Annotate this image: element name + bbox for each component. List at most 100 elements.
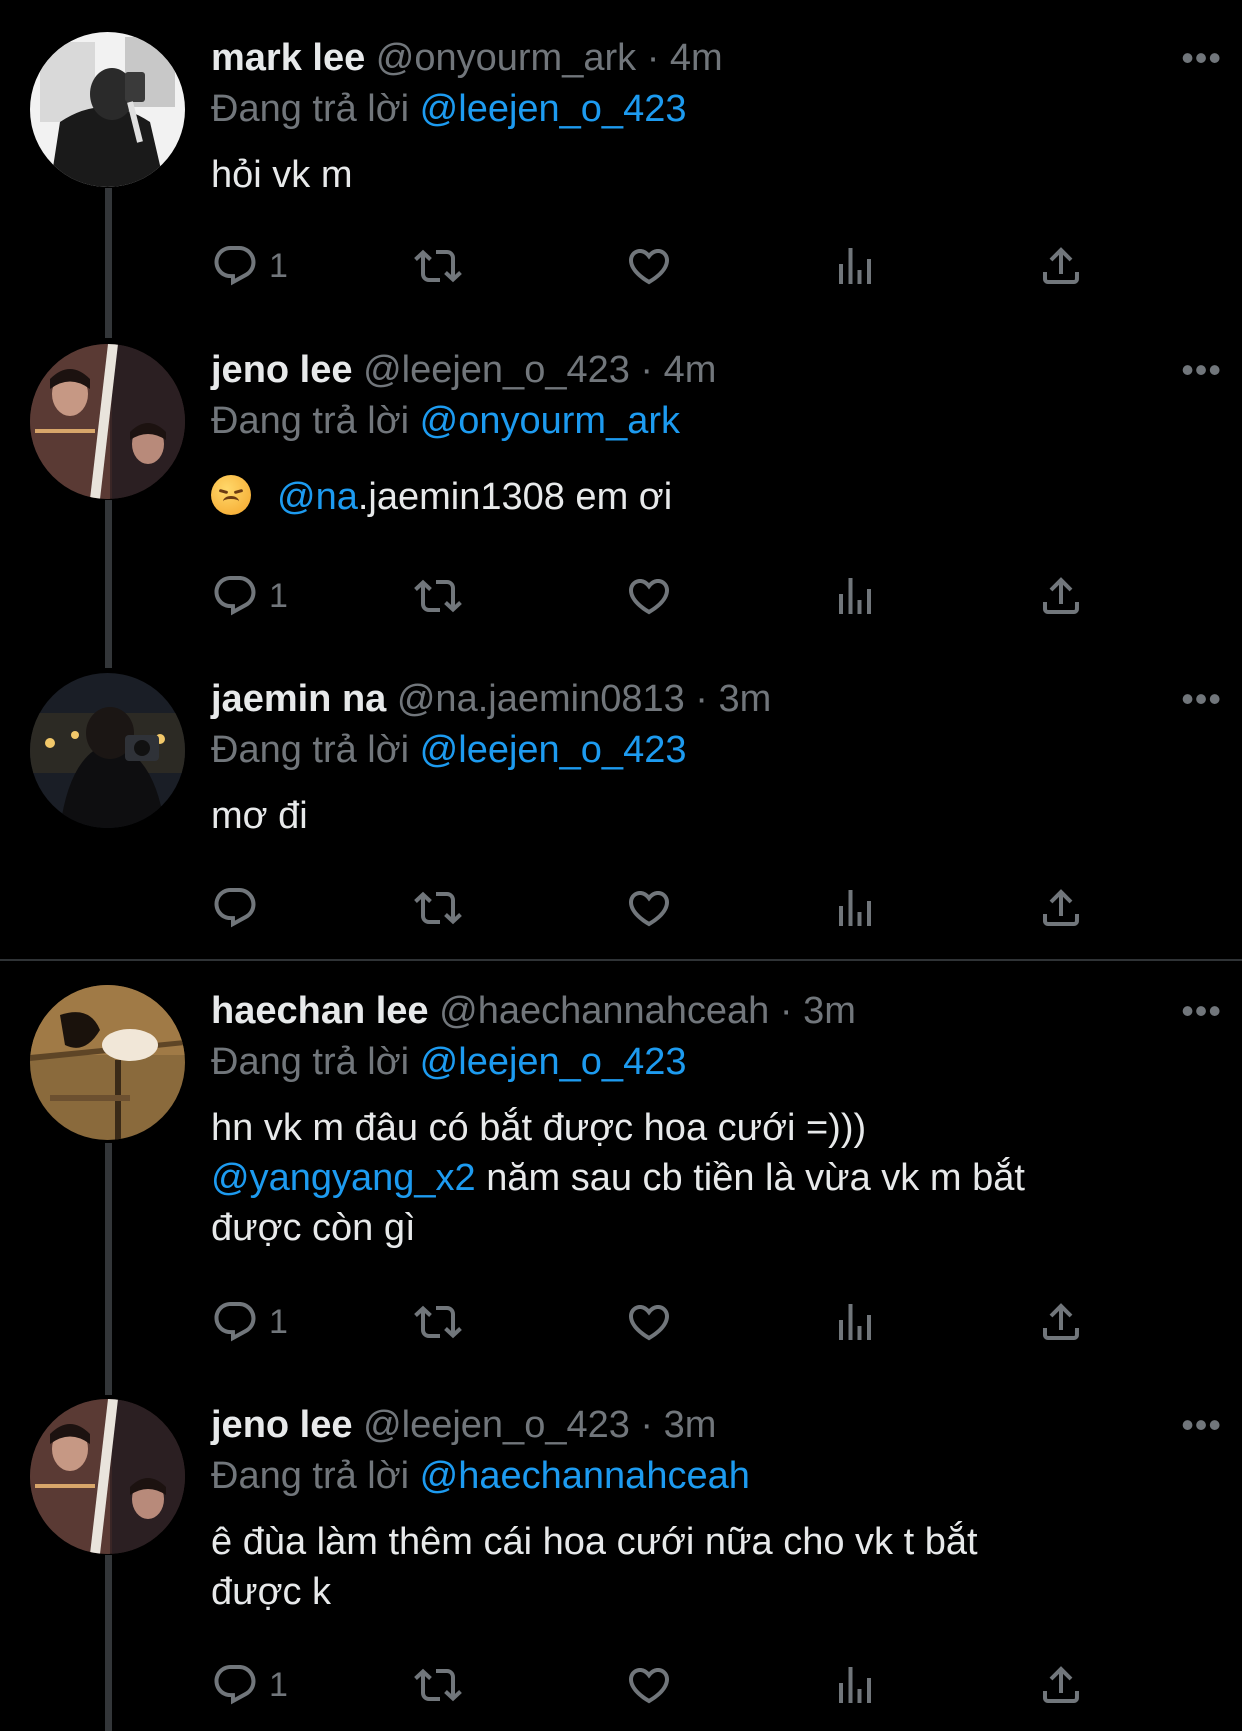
display-name[interactable]: mark lee (211, 37, 365, 79)
views-button[interactable] (831, 1292, 879, 1352)
views-button[interactable] (831, 566, 879, 626)
handle-time: @leejen_o_423 · 4m (363, 349, 717, 391)
views-button[interactable] (831, 878, 879, 938)
replying-to-line: Đang trả lời @onyourm_ark (211, 396, 680, 446)
divider (0, 959, 1242, 961)
retweet-icon (414, 572, 462, 620)
display-name[interactable]: jaemin na (211, 678, 386, 720)
avatar-photo (30, 673, 185, 828)
retweet-button[interactable] (414, 1292, 462, 1352)
tweet[interactable]: haechan lee @haechannahceah · 3m Đang tr… (0, 985, 1242, 1345)
retweet-button[interactable] (414, 236, 462, 296)
replying-to-handle[interactable]: @onyourm_ark (420, 400, 680, 442)
disappointed-face-emoji-icon (211, 475, 251, 515)
tweet-text-line: ê đùa làm thêm cái hoa cưới nữa cho vk t… (211, 1521, 978, 1563)
retweet-icon (414, 1298, 462, 1346)
avatar[interactable] (30, 985, 185, 1140)
reply-count: 1 (269, 246, 288, 285)
avatar[interactable] (30, 344, 185, 499)
reply-button[interactable]: 1 (211, 236, 288, 296)
tweet-text: @na.jaemin1308 em ơi (211, 472, 1171, 522)
like-button[interactable] (625, 236, 673, 296)
reply-icon (211, 572, 259, 620)
avatar[interactable] (30, 673, 185, 828)
replying-to-handle[interactable]: @leejen_o_423 (420, 88, 687, 130)
reply-button[interactable] (211, 878, 269, 938)
mention-link[interactable]: @na (277, 476, 358, 518)
retweet-icon (414, 884, 462, 932)
reply-icon (211, 242, 259, 290)
tweet-text: hỏi vk m (211, 154, 353, 196)
more-options-icon[interactable]: ••• (1181, 675, 1222, 723)
like-button[interactable] (625, 1655, 673, 1715)
like-icon (625, 1298, 673, 1346)
share-icon (1037, 1298, 1085, 1346)
retweet-button[interactable] (414, 566, 462, 626)
share-button[interactable] (1037, 1655, 1085, 1715)
handle-time: @leejen_o_423 · 3m (363, 1404, 717, 1446)
reply-button[interactable]: 1 (211, 1655, 288, 1715)
replying-to-line: Đang trả lời @leejen_o_423 (211, 725, 686, 775)
views-button[interactable] (831, 236, 879, 296)
like-icon (625, 884, 673, 932)
share-button[interactable] (1037, 566, 1085, 626)
display-name[interactable]: haechan lee (211, 990, 429, 1032)
tweet-text: mơ đi (211, 795, 308, 837)
share-icon (1037, 572, 1085, 620)
tweet-actions (211, 878, 1111, 938)
handle-time: @na.jaemin0813 · 3m (396, 678, 772, 720)
reply-button[interactable]: 1 (211, 1292, 288, 1352)
tweet-text-rest: .jaemin1308 em ơi (357, 476, 673, 518)
replying-to-label: Đang trả lời (211, 729, 410, 771)
share-button[interactable] (1037, 236, 1085, 296)
retweet-button[interactable] (414, 878, 462, 938)
tweet-header: jaemin na @na.jaemin0813 · 3m (211, 675, 771, 723)
tweet-text: hn vk m đâu có bắt được hoa cưới =))) @y… (211, 1103, 1171, 1253)
views-icon (831, 572, 879, 620)
tweet-text-line: hn vk m đâu có bắt được hoa cưới =))) (211, 1107, 867, 1149)
views-icon (831, 1298, 879, 1346)
share-button[interactable] (1037, 878, 1085, 938)
avatar[interactable] (30, 1399, 185, 1554)
avatar-photo (30, 985, 185, 1140)
handle-time: @onyourm_ark · 4m (375, 37, 723, 79)
replying-to-line: Đang trả lời @leejen_o_423 (211, 84, 686, 134)
reply-button[interactable]: 1 (211, 566, 288, 626)
replying-to-handle[interactable]: @leejen_o_423 (420, 729, 687, 771)
share-icon (1037, 1661, 1085, 1709)
more-options-icon[interactable]: ••• (1181, 987, 1222, 1035)
replying-to-label: Đang trả lời (211, 88, 410, 130)
more-options-icon[interactable]: ••• (1181, 1401, 1222, 1449)
reply-count: 1 (269, 1665, 288, 1704)
tweet-text-line: @yangyang_x2 năm sau cb tiền là vừa vk m… (211, 1153, 1171, 1203)
mention-link[interactable]: @yangyang_x2 (211, 1157, 476, 1199)
share-icon (1037, 242, 1085, 290)
replying-to-label: Đang trả lời (211, 400, 410, 442)
views-icon (831, 884, 879, 932)
replying-to-handle[interactable]: @leejen_o_423 (420, 1041, 687, 1083)
like-icon (625, 1661, 673, 1709)
avatar-photo (30, 1399, 185, 1554)
more-options-icon[interactable]: ••• (1181, 34, 1222, 82)
display-name[interactable]: jeno lee (211, 349, 353, 391)
tweet-actions: 1 (211, 1292, 1111, 1352)
tweet-header: jeno lee @leejen_o_423 · 4m (211, 346, 716, 394)
replying-to-handle[interactable]: @haechannahceah (420, 1455, 750, 1497)
like-button[interactable] (625, 566, 673, 626)
views-button[interactable] (831, 1655, 879, 1715)
views-icon (831, 1661, 879, 1709)
replying-to-label: Đang trả lời (211, 1041, 410, 1083)
like-button[interactable] (625, 878, 673, 938)
reply-icon (211, 1661, 259, 1709)
more-options-icon[interactable]: ••• (1181, 346, 1222, 394)
retweet-icon (414, 1661, 462, 1709)
display-name[interactable]: jeno lee (211, 1404, 353, 1446)
tweet-text-line: được k (211, 1571, 332, 1613)
tweet-header: jeno lee @leejen_o_423 · 3m (211, 1401, 716, 1449)
retweet-button[interactable] (414, 1655, 462, 1715)
like-button[interactable] (625, 1292, 673, 1352)
avatar[interactable] (30, 32, 185, 187)
tweet-text-segment: năm sau cb tiền là vừa vk m bắt (475, 1157, 1025, 1199)
share-button[interactable] (1037, 1292, 1085, 1352)
retweet-icon (414, 242, 462, 290)
